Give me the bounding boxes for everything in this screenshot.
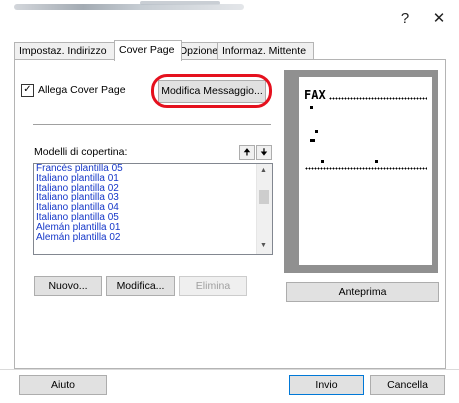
preview-button[interactable]: Anteprima (286, 282, 439, 302)
list-scrollbar[interactable]: ▲ ▼ (256, 164, 272, 254)
edit-template-button[interactable]: Modifica... (106, 276, 175, 296)
preview-mark (315, 130, 318, 133)
tab-address-settings[interactable]: Impostaz. Indirizzo (14, 42, 122, 60)
scroll-thumb[interactable] (259, 190, 269, 204)
tab-cover-page[interactable]: Cover Page (114, 40, 182, 61)
preview-page (299, 77, 432, 265)
list-item[interactable]: Alemán plantilla 02 (34, 232, 272, 243)
help-icon[interactable]: ? (390, 8, 420, 30)
move-up-button[interactable]: 🠉 (239, 145, 255, 160)
preview-dots (329, 97, 427, 100)
close-icon[interactable]: ✕ (424, 8, 454, 30)
edit-message-button[interactable]: Modifica Messaggio... (158, 80, 266, 103)
preview-mark (310, 139, 315, 142)
new-template-button[interactable]: Nuovo... (34, 276, 102, 296)
preview-dots (305, 167, 427, 170)
preview-fax-title: FAX (304, 88, 326, 102)
preview-mark (321, 160, 324, 163)
send-button[interactable]: Invio (289, 375, 364, 395)
attach-cover-checkbox[interactable]: ✓ (21, 84, 34, 97)
templates-label: Modelli di copertina: (34, 146, 128, 158)
window-title-blurred (14, 4, 244, 10)
scroll-down-icon[interactable]: ▼ (260, 242, 267, 249)
preview-mark (375, 160, 378, 163)
title-bar: ? ✕ (0, 0, 459, 34)
templates-list[interactable]: Francés plantilla 05 Italiano plantilla … (33, 163, 273, 255)
separator (33, 124, 271, 125)
move-down-button[interactable]: 🠋 (256, 145, 272, 160)
footer-separator (0, 369, 459, 370)
scroll-up-icon[interactable]: ▲ (260, 167, 267, 174)
delete-template-button[interactable]: Elimina (179, 276, 247, 296)
tab-strip: Impostaz. Indirizzo Cover Page Opzione I… (14, 40, 444, 61)
tab-sender-info[interactable]: Informaz. Mittente (217, 42, 314, 60)
cancel-button[interactable]: Cancella (370, 375, 445, 395)
help-button[interactable]: Aiuto (19, 375, 107, 395)
attach-cover-label: Allega Cover Page (38, 84, 126, 96)
preview-mark (310, 106, 313, 109)
